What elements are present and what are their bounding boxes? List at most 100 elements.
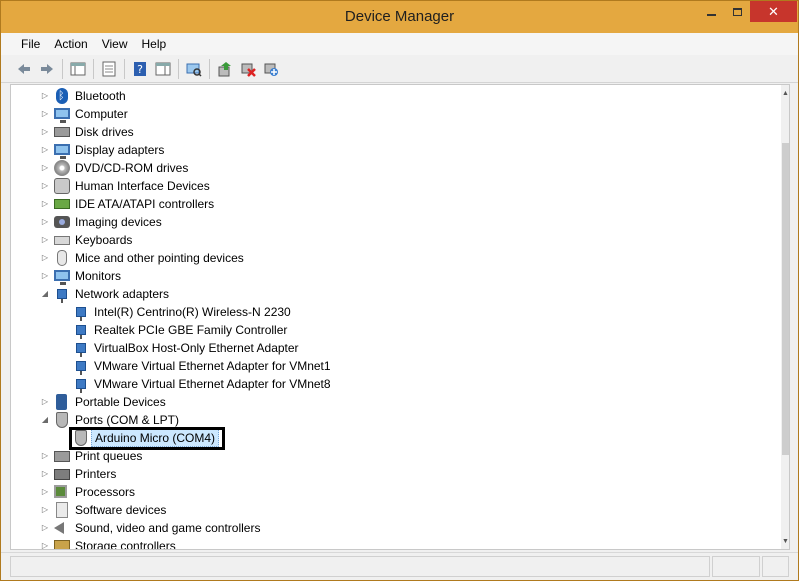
tree-node-software-devices[interactable]: ▷ Software devices [11,501,773,519]
tree-child-network-adapter[interactable]: VMware Virtual Ethernet Adapter for VMne… [11,357,773,375]
add-legacy-hardware-icon [264,63,278,76]
svg-text:?: ? [137,63,143,76]
update-driver-button[interactable] [214,58,236,80]
expand-chevron-icon[interactable]: ▷ [40,231,50,249]
expand-chevron-icon[interactable]: ▷ [40,159,50,177]
expand-chevron-icon[interactable]: ▷ [40,105,50,123]
toolbar-separator [178,58,179,79]
storage-controller-icon [54,540,70,549]
forward-button[interactable] [36,58,58,80]
tree-node-label: Ports (COM & LPT) [75,413,180,427]
tree-node-label: IDE ATA/ATAPI controllers [75,197,215,211]
tree-node-label: Display adapters [75,143,165,157]
tree-node-portable-devices[interactable]: ▷ Portable Devices [11,393,773,411]
tree-node-label: Human Interface Devices [75,179,210,193]
scrollbar-thumb[interactable] [782,143,789,455]
tree-child-arduino-micro[interactable]: Arduino Micro (COM4) [11,429,773,447]
tree-node-bluetooth[interactable]: ▷ Bluetooth [11,87,773,105]
show-hide-console-tree-button[interactable] [67,58,89,80]
scroll-down-arrow-icon[interactable]: ▼ [781,533,789,549]
properties-button[interactable] [98,58,120,80]
close-button[interactable]: ✕ [750,1,797,22]
tree-child-network-adapter[interactable]: Realtek PCIe GBE Family Controller [11,321,773,339]
ide-controller-icon [54,199,70,209]
tree-node-label: Storage controllers [75,539,176,550]
tree-node-mice[interactable]: ▷ Mice and other pointing devices [11,249,773,267]
status-bar-pane [762,556,789,577]
toolbar-separator [209,58,210,79]
tree-node-dvd-drives[interactable]: ▷ DVD/CD-ROM drives [11,159,773,177]
minimize-button[interactable] [698,1,724,22]
status-bar [1,552,798,580]
toolbar-separator [93,58,94,79]
expand-chevron-icon[interactable]: ▷ [40,447,50,465]
collapse-chevron-icon[interactable]: ◢ [40,285,50,303]
tree-node-processors[interactable]: ▷ Processors [11,483,773,501]
tree-node-network-adapters[interactable]: ◢ Network adapters [11,285,773,303]
collapse-chevron-icon[interactable]: ◢ [40,411,50,429]
tree-node-imaging-devices[interactable]: ▷ Imaging devices [11,213,773,231]
tree-node-disk-drives[interactable]: ▷ Disk drives [11,123,773,141]
close-icon: ✕ [768,3,779,19]
menu-bar: File Action View Help [1,33,798,55]
expand-chevron-icon[interactable]: ▷ [40,87,50,105]
help-button[interactable]: ? [129,58,151,80]
vertical-scrollbar[interactable]: ▲ ▼ [781,85,789,549]
tree-node-label: Print queues [75,449,143,463]
minimize-icon [706,13,716,16]
expand-chevron-icon[interactable]: ▷ [40,483,50,501]
network-adapter-icon [76,379,86,393]
device-tree[interactable]: ▷ Bluetooth ▷ Computer ▷ Disk drives ▷ D… [11,87,773,550]
expand-chevron-icon[interactable]: ▷ [40,501,50,519]
tree-node-sound[interactable]: ▷ Sound, video and game controllers [11,519,773,537]
action-pane-icon [155,62,171,75]
expand-chevron-icon[interactable]: ▷ [40,141,50,159]
expand-chevron-icon[interactable]: ▷ [40,195,50,213]
status-bar-pane [712,556,760,577]
tree-child-network-adapter[interactable]: VMware Virtual Ethernet Adapter for VMne… [11,375,773,393]
tree-node-display-adapters[interactable]: ▷ Display adapters [11,141,773,159]
uninstall-device-button[interactable] [237,58,259,80]
expand-chevron-icon[interactable]: ▷ [40,465,50,483]
tree-node-printers[interactable]: ▷ Printers [11,465,773,483]
expand-chevron-icon[interactable]: ▷ [40,177,50,195]
device-tree-panel[interactable]: ▷ Bluetooth ▷ Computer ▷ Disk drives ▷ D… [10,84,790,550]
menu-file[interactable]: File [14,37,47,51]
forward-arrow-icon [41,63,53,74]
tree-node-print-queues[interactable]: ▷ Print queues [11,447,773,465]
tree-child-network-adapter[interactable]: Intel(R) Centrino(R) Wireless-N 2230 [11,303,773,321]
speaker-icon [54,522,64,534]
expand-chevron-icon[interactable]: ▷ [40,249,50,267]
menu-view[interactable]: View [95,37,135,51]
expand-chevron-icon[interactable]: ▷ [40,519,50,537]
tree-node-label: Disk drives [75,125,134,139]
menu-help[interactable]: Help [135,37,174,51]
scan-hardware-changes-icon [186,63,202,77]
tree-node-storage-controllers[interactable]: ▷ Storage controllers [11,537,773,550]
tree-node-label: Portable Devices [75,395,166,409]
maximize-button[interactable] [724,1,750,22]
tree-child-network-adapter[interactable]: VirtualBox Host-Only Ethernet Adapter [11,339,773,357]
scroll-up-arrow-icon[interactable]: ▲ [781,85,789,101]
tree-node-hid[interactable]: ▷ Human Interface Devices [11,177,773,195]
action-pane-button[interactable] [152,58,174,80]
expand-chevron-icon[interactable]: ▷ [40,213,50,231]
expand-chevron-icon[interactable]: ▷ [40,537,50,549]
expand-chevron-icon[interactable]: ▷ [40,123,50,141]
title-bar[interactable]: Device Manager ✕ [1,1,798,33]
tree-node-monitors[interactable]: ▷ Monitors [11,267,773,285]
camera-icon [54,216,70,228]
tree-node-ports[interactable]: ◢ Ports (COM & LPT) [11,411,773,429]
tree-node-keyboards[interactable]: ▷ Keyboards [11,231,773,249]
tree-node-computer[interactable]: ▷ Computer [11,105,773,123]
add-legacy-hardware-button[interactable] [260,58,282,80]
scan-hardware-changes-button[interactable] [183,58,205,80]
help-icon: ? [134,61,146,76]
tree-node-ide-controllers[interactable]: ▷ IDE ATA/ATAPI controllers [11,195,773,213]
keyboard-icon [54,236,70,245]
back-button[interactable] [13,58,35,80]
expand-chevron-icon[interactable]: ▷ [40,267,50,285]
expand-chevron-icon[interactable]: ▷ [40,393,50,411]
uninstall-device-icon [241,63,256,77]
menu-action[interactable]: Action [47,37,94,51]
